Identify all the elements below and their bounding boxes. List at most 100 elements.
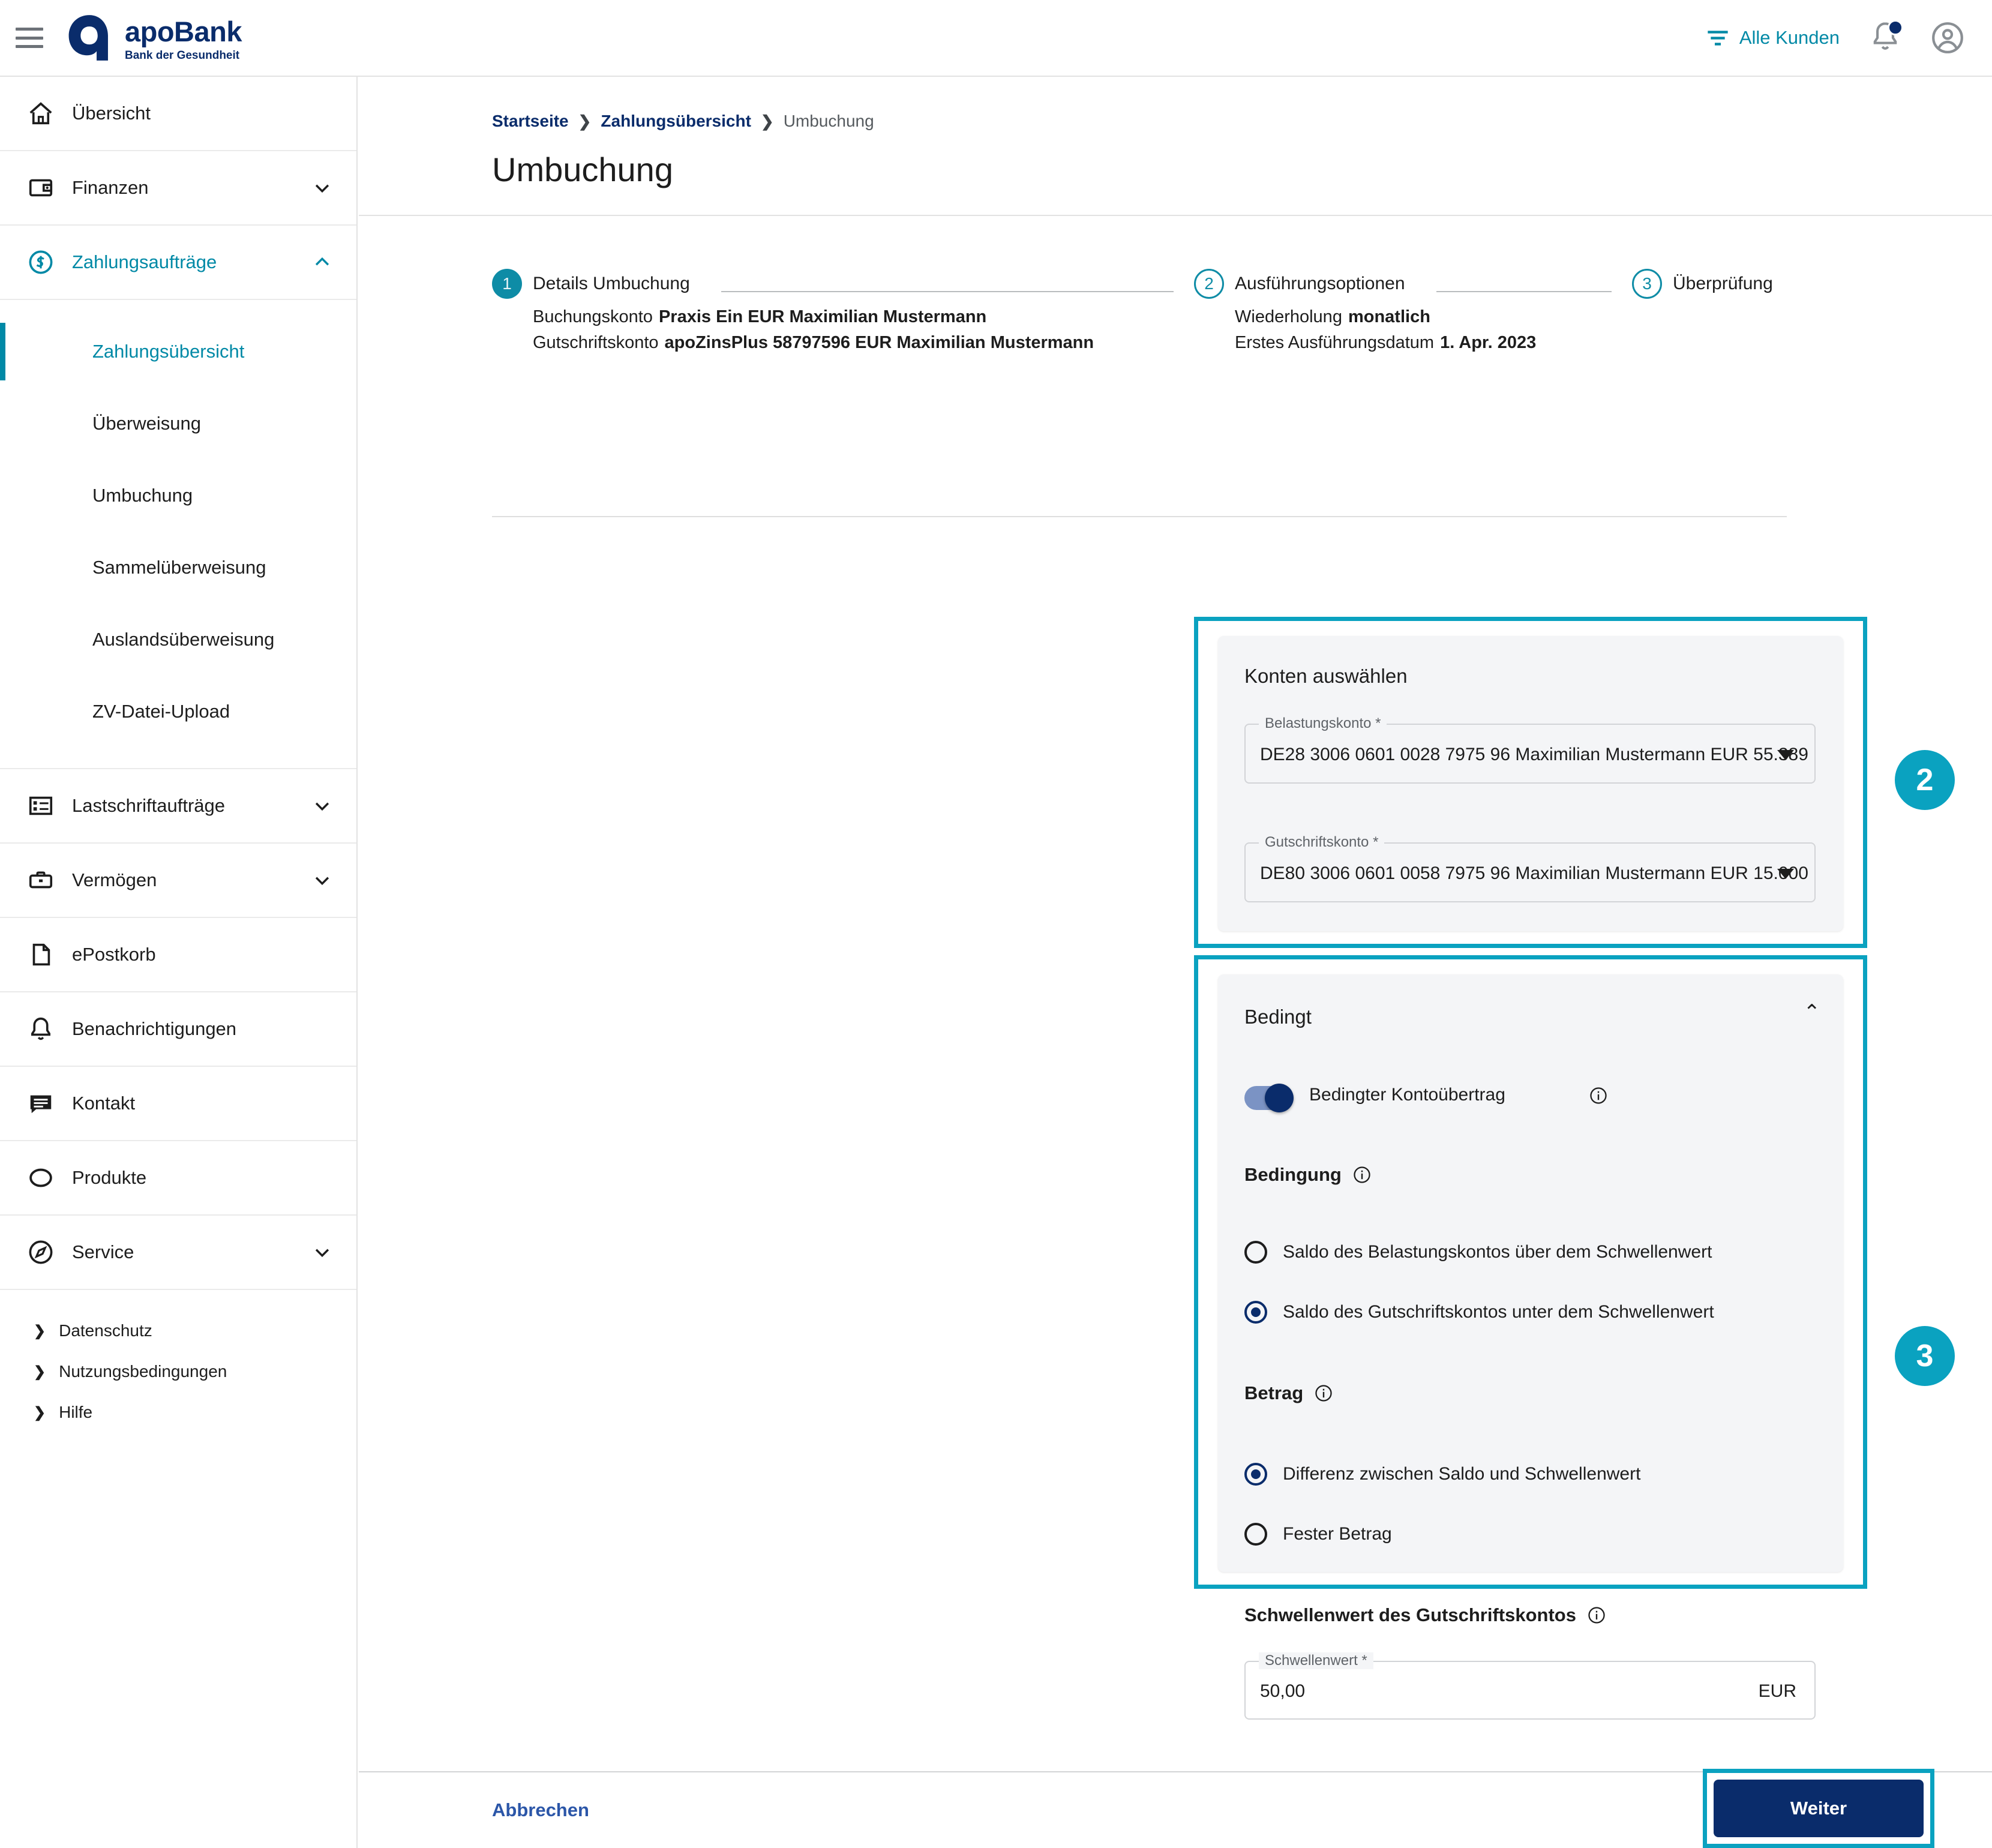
sidebar-footer-link-datenschutz[interactable]: ❯ Datenschutz (34, 1310, 356, 1351)
sidebar-subitem-label: Zahlungsübersicht (92, 341, 245, 362)
sidebar-subitem-auslandsueberweisung[interactable]: Auslandsüberweisung (0, 604, 356, 676)
radio-icon-selected[interactable] (1244, 1301, 1267, 1324)
sidebar-item-label: Übersicht (72, 103, 151, 124)
sidebar-subitem-ueberweisung[interactable]: Überweisung (0, 388, 356, 460)
sidebar-item-service[interactable]: Service (0, 1216, 356, 1290)
debit-account-legend: Belastungskonto * (1259, 715, 1387, 732)
coin-dollar-icon (25, 247, 56, 278)
header-divider (492, 516, 1787, 517)
chevron-down-icon[interactable] (312, 178, 332, 198)
chevron-down-icon[interactable] (312, 1242, 332, 1262)
sidebar-footer-link-label: Hilfe (59, 1403, 93, 1421)
notifications-button[interactable] (1870, 20, 1903, 55)
sidebar-item-label: Finanzen (72, 177, 149, 198)
threshold-currency: EUR (1758, 1681, 1796, 1701)
debit-account-value: DE28 3006 0601 0028 7975 96 Maximilian M… (1260, 745, 1808, 764)
sidebar-item-finanzen[interactable]: Finanzen (0, 151, 356, 226)
sidebar-subitem-umbuchung[interactable]: Umbuchung (0, 460, 356, 532)
annotation-badge-2: 2 (1895, 750, 1955, 810)
menu-icon[interactable] (16, 28, 43, 48)
brand-tagline: Bank der Gesundheit (125, 49, 240, 62)
info-icon[interactable] (1352, 1165, 1372, 1184)
breadcrumb-separator-icon: ❯ (760, 112, 774, 130)
amount-option-difference[interactable]: Differenz zwischen Saldo und Schwellenwe… (1244, 1463, 1640, 1486)
sidebar-item-produkte[interactable]: Produkte (0, 1141, 356, 1216)
sidebar-item-zahlungsauftraege[interactable]: Zahlungsaufträge (0, 226, 356, 300)
radio-icon-selected[interactable] (1244, 1463, 1267, 1486)
chevron-down-icon[interactable] (1777, 750, 1794, 760)
stepper-step-3[interactable]: 3 Überprüfung (1632, 269, 1773, 299)
brand-name: apoBank (125, 15, 242, 47)
cancel-button[interactable]: Abbrechen (492, 1799, 589, 1821)
bell-icon (25, 1013, 56, 1045)
form-canvas: 1 Details Umbuchung Buchungskonto Praxis … (359, 216, 1992, 1848)
radio-icon[interactable] (1244, 1523, 1267, 1546)
condition-option-label: Saldo des Gutschriftskontos unter dem Sc… (1283, 1302, 1714, 1322)
breadcrumb-section[interactable]: Zahlungsübersicht (601, 112, 751, 131)
stepper-step-2[interactable]: 2 Ausführungsoptionen Wiederholung monatl… (1194, 269, 1632, 359)
breadcrumb-current: Umbuchung (783, 112, 874, 130)
info-icon[interactable] (1587, 1606, 1606, 1625)
step-connector-line (1436, 290, 1612, 292)
sidebar-footer-link-nutzungsbedingungen[interactable]: ❯ Nutzungsbedingungen (34, 1351, 356, 1392)
sidebar-footer-link-label: Nutzungsbedingungen (59, 1362, 227, 1381)
sidebar-item-label: Kontakt (72, 1093, 136, 1114)
sidebar-footer-links: ❯ Datenschutz ❯ Nutzungsbedingungen ❯ Hi… (0, 1290, 356, 1433)
sidebar-footer-link-label: Datenschutz (59, 1321, 152, 1340)
account-avatar-icon[interactable] (1931, 21, 1964, 55)
sidebar-subitem-zahlungsuebersicht[interactable]: Zahlungsübersicht (0, 316, 356, 388)
summary-label: Erstes Ausführungsdatum (1235, 333, 1435, 352)
condition-option-above-threshold[interactable]: Saldo des Belastungskontos über dem Schw… (1244, 1241, 1712, 1264)
conditional-transfer-toggle[interactable] (1244, 1084, 1294, 1112)
all-customers-button[interactable]: Alle Kunden (1706, 27, 1840, 49)
chevron-up-icon[interactable] (312, 252, 332, 272)
sidebar-item-vermoegen[interactable]: Vermögen (0, 844, 356, 918)
debit-account-select[interactable]: Belastungskonto * DE28 3006 0601 0028 79… (1244, 715, 1816, 784)
sidebar-item-epostkorb[interactable]: ePostkorb (0, 918, 356, 992)
breadcrumb-home[interactable]: Startseite (492, 112, 569, 131)
sidebar-subitem-label: Auslandsüberweisung (92, 629, 275, 650)
sidebar-item-lastschriftauftraege[interactable]: Lastschriftaufträge (0, 769, 356, 844)
sidebar-footer-link-hilfe[interactable]: ❯ Hilfe (34, 1392, 356, 1433)
conditional-card: Bedingt ⌃ Bedingter Kontoübertrag Beding… (1218, 974, 1843, 1720)
radio-icon[interactable] (1244, 1241, 1267, 1264)
conditional-card-title: Bedingt (1244, 1006, 1312, 1028)
brand-logo-block[interactable]: apoBank Bank der Gesundheit (64, 12, 242, 64)
document-icon (25, 939, 56, 970)
sidebar-subitem-sammelueberweisung[interactable]: Sammelüberweisung (0, 532, 356, 604)
threshold-input[interactable]: Schwellenwert * 50,00 EUR (1244, 1652, 1816, 1720)
chevron-up-icon[interactable]: ⌃ (1804, 1002, 1821, 1022)
sidebar-item-label: Vermögen (72, 869, 157, 890)
top-bar-actions: Alle Kunden (1706, 20, 1992, 55)
info-icon[interactable] (1314, 1384, 1333, 1403)
sidebar-item-benachrichtigungen[interactable]: Benachrichtigungen (0, 992, 356, 1067)
step-summary: Buchungskonto Praxis Ein EUR Maximilian M… (533, 307, 1194, 359)
step-title: Ausführungsoptionen (1235, 274, 1405, 293)
stepper-step-1[interactable]: 1 Details Umbuchung Buchungskonto Praxis … (492, 269, 1194, 359)
condition-section-heading: Bedingung (1244, 1164, 1372, 1186)
chevron-down-icon[interactable] (1777, 869, 1794, 879)
threshold-section-heading: Schwellenwert des Gutschriftskontos (1244, 1604, 1606, 1626)
info-icon[interactable] (1589, 1086, 1608, 1105)
sidebar-subitem-zv-datei-upload[interactable]: ZV-Datei-Upload (0, 676, 356, 748)
step-connector-line (721, 290, 1174, 292)
sidebar-item-uebersicht[interactable]: Übersicht (0, 77, 356, 151)
annotation-badge-3: 3 (1895, 1326, 1955, 1386)
chevron-down-icon[interactable] (312, 870, 332, 890)
sidebar-item-label: Produkte (72, 1167, 147, 1188)
condition-heading-text: Bedingung (1244, 1164, 1342, 1185)
sidebar-item-kontakt[interactable]: Kontakt (0, 1067, 356, 1141)
step-title: Überprüfung (1673, 274, 1773, 293)
chevron-down-icon[interactable] (312, 796, 332, 816)
amount-option-fixed[interactable]: Fester Betrag (1244, 1523, 1392, 1546)
threshold-heading-text: Schwellenwert des Gutschriftskontos (1244, 1604, 1576, 1625)
main-content: Startseite ❯ Zahlungsübersicht ❯ Umbuchu… (359, 77, 1992, 1848)
credit-account-select[interactable]: Gutschriftskonto * DE80 3006 0601 0058 7… (1244, 834, 1816, 902)
wizard-stepper: 1 Details Umbuchung Buchungskonto Praxis … (492, 269, 1787, 359)
summary-label: Buchungskonto (533, 307, 653, 326)
threshold-value: 50,00 (1260, 1681, 1306, 1701)
sidebar-subitem-label: ZV-Datei-Upload (92, 701, 230, 722)
next-button[interactable]: Weiter (1714, 1780, 1924, 1837)
condition-option-below-threshold[interactable]: Saldo des Gutschriftskontos unter dem Sc… (1244, 1301, 1714, 1324)
amount-section-heading: Betrag (1244, 1382, 1333, 1404)
